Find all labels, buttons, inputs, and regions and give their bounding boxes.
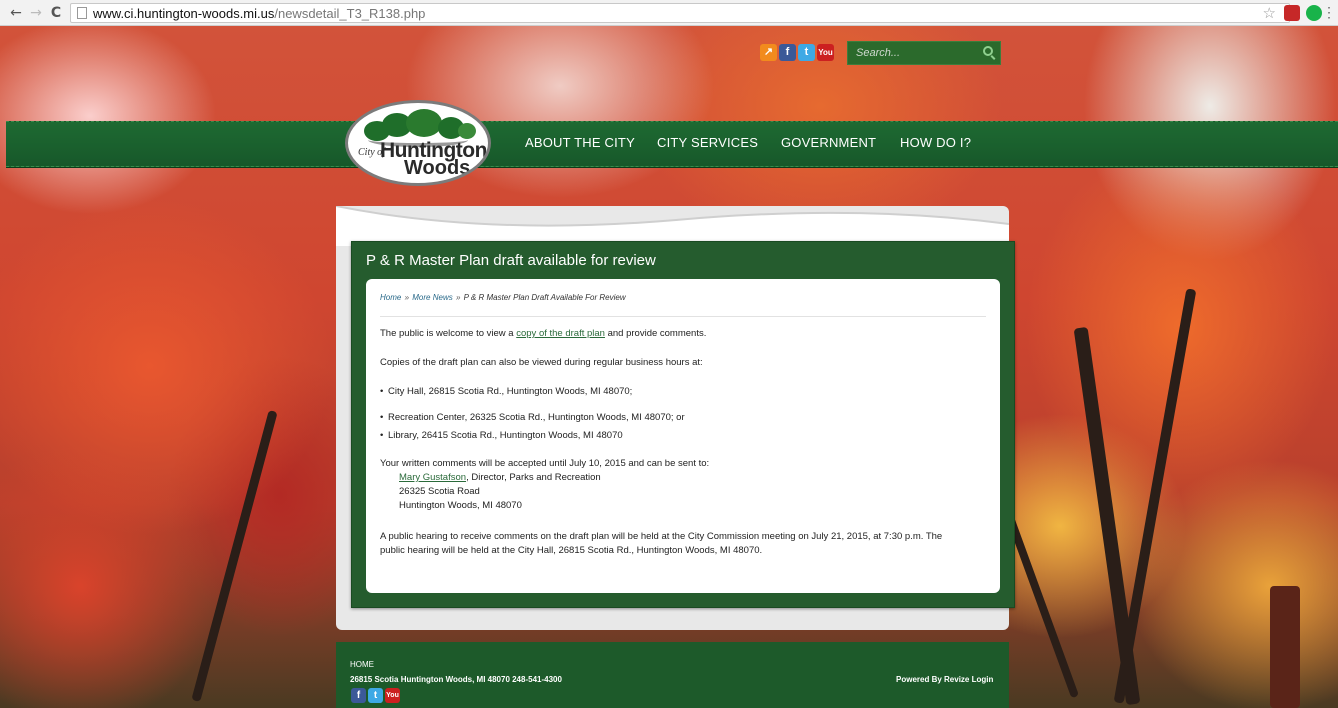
forward-button[interactable]: →: [26, 3, 46, 23]
browser-menu-icon[interactable]: ⋮: [1322, 4, 1336, 21]
bookmark-star-icon[interactable]: ☆: [1263, 4, 1276, 22]
facebook-icon[interactable]: f: [779, 44, 796, 61]
header-social-icons: ↗ f t You: [760, 44, 834, 61]
contact-email-link[interactable]: Mary Gustafson: [399, 472, 466, 483]
nav-city-services[interactable]: CITY SERVICES: [657, 135, 758, 150]
search-box: [847, 41, 1001, 65]
nav-government[interactable]: GOVERNMENT: [781, 135, 876, 150]
grammarly-icon[interactable]: [1306, 5, 1322, 21]
footer-powered-by[interactable]: Powered By Revize Login: [896, 675, 993, 684]
search-input[interactable]: [856, 47, 984, 59]
article-paragraph-3: Your written comments will be accepted u…: [380, 458, 710, 469]
footer-home-link[interactable]: HOME: [350, 660, 374, 669]
page-icon: [77, 7, 87, 19]
reload-button[interactable]: C: [46, 3, 66, 23]
facebook-icon[interactable]: f: [351, 688, 366, 703]
city-logo[interactable]: City of Huntington Woods: [345, 100, 491, 186]
breadcrumb-home[interactable]: Home: [380, 293, 401, 302]
twitter-icon[interactable]: t: [798, 44, 815, 61]
location-item: City Hall, 26815 Scotia Rd., Huntington …: [380, 386, 632, 398]
share-icon[interactable]: ↗: [760, 44, 777, 61]
nav-about-the-city[interactable]: ABOUT THE CITY: [525, 135, 635, 150]
article-paragraph-4-line1: A public hearing to receive comments on …: [380, 531, 943, 542]
back-button[interactable]: ←: [6, 3, 26, 23]
logo-name-line2: Woods: [404, 157, 471, 179]
search-icon[interactable]: [983, 46, 993, 56]
article-paragraph-2: Copies of the draft plan can also be vie…: [380, 357, 703, 368]
paragraph-text: The public is welcome to view a: [380, 328, 517, 339]
article-paragraph-1: The public is welcome to view a copy of …: [380, 328, 706, 340]
breadcrumb-separator: »: [455, 293, 461, 302]
footer-address: 26815 Scotia Huntington Woods, MI 48070 …: [350, 675, 562, 684]
location-item: Library, 26415 Scotia Rd., Huntington Wo…: [380, 430, 623, 442]
youtube-icon[interactable]: You: [817, 44, 834, 61]
breadcrumb: Home » More News » P & R Master Plan Dra…: [380, 293, 626, 302]
breadcrumb-separator: »: [404, 293, 410, 302]
address-bar[interactable]: www.ci.huntington-woods.mi.us/newsdetail…: [70, 3, 1290, 23]
nav-how-do-i[interactable]: HOW DO I?: [900, 135, 971, 150]
article-title: P & R Master Plan draft available for re…: [366, 252, 656, 269]
contact-title: , Director, Parks and Recreation: [466, 472, 601, 483]
contact-line: Mary Gustafson, Director, Parks and Recr…: [399, 472, 601, 484]
frame-wave-decoration: [336, 206, 1009, 246]
contact-city: Huntington Woods, MI 48070: [399, 500, 522, 511]
paragraph-text: and provide comments.: [604, 328, 707, 339]
url-path: /newsdetail_T3_R138.php: [274, 5, 426, 21]
logo-oval: City of Huntington Woods: [345, 100, 491, 186]
contact-street: 26325 Scotia Road: [399, 486, 480, 497]
youtube-icon[interactable]: You: [385, 688, 400, 703]
location-item: Recreation Center, 26325 Scotia Rd., Hun…: [380, 412, 685, 424]
article-paragraph-4-line2: public hearing will be held at the City …: [380, 545, 763, 556]
breadcrumb-current: P & R Master Plan Draft Available For Re…: [463, 293, 626, 302]
divider: [380, 316, 986, 317]
extension-icon[interactable]: [1284, 5, 1300, 21]
footer-social-icons: f t You: [351, 688, 400, 703]
twitter-icon[interactable]: t: [368, 688, 383, 703]
url-host: www.ci.huntington-woods.mi.us: [93, 5, 275, 21]
draft-plan-link[interactable]: copy of the draft plan: [516, 328, 605, 339]
browser-toolbar: ← → C www.ci.huntington-woods.mi.us/news…: [0, 0, 1338, 26]
breadcrumb-more-news[interactable]: More News: [412, 293, 452, 302]
